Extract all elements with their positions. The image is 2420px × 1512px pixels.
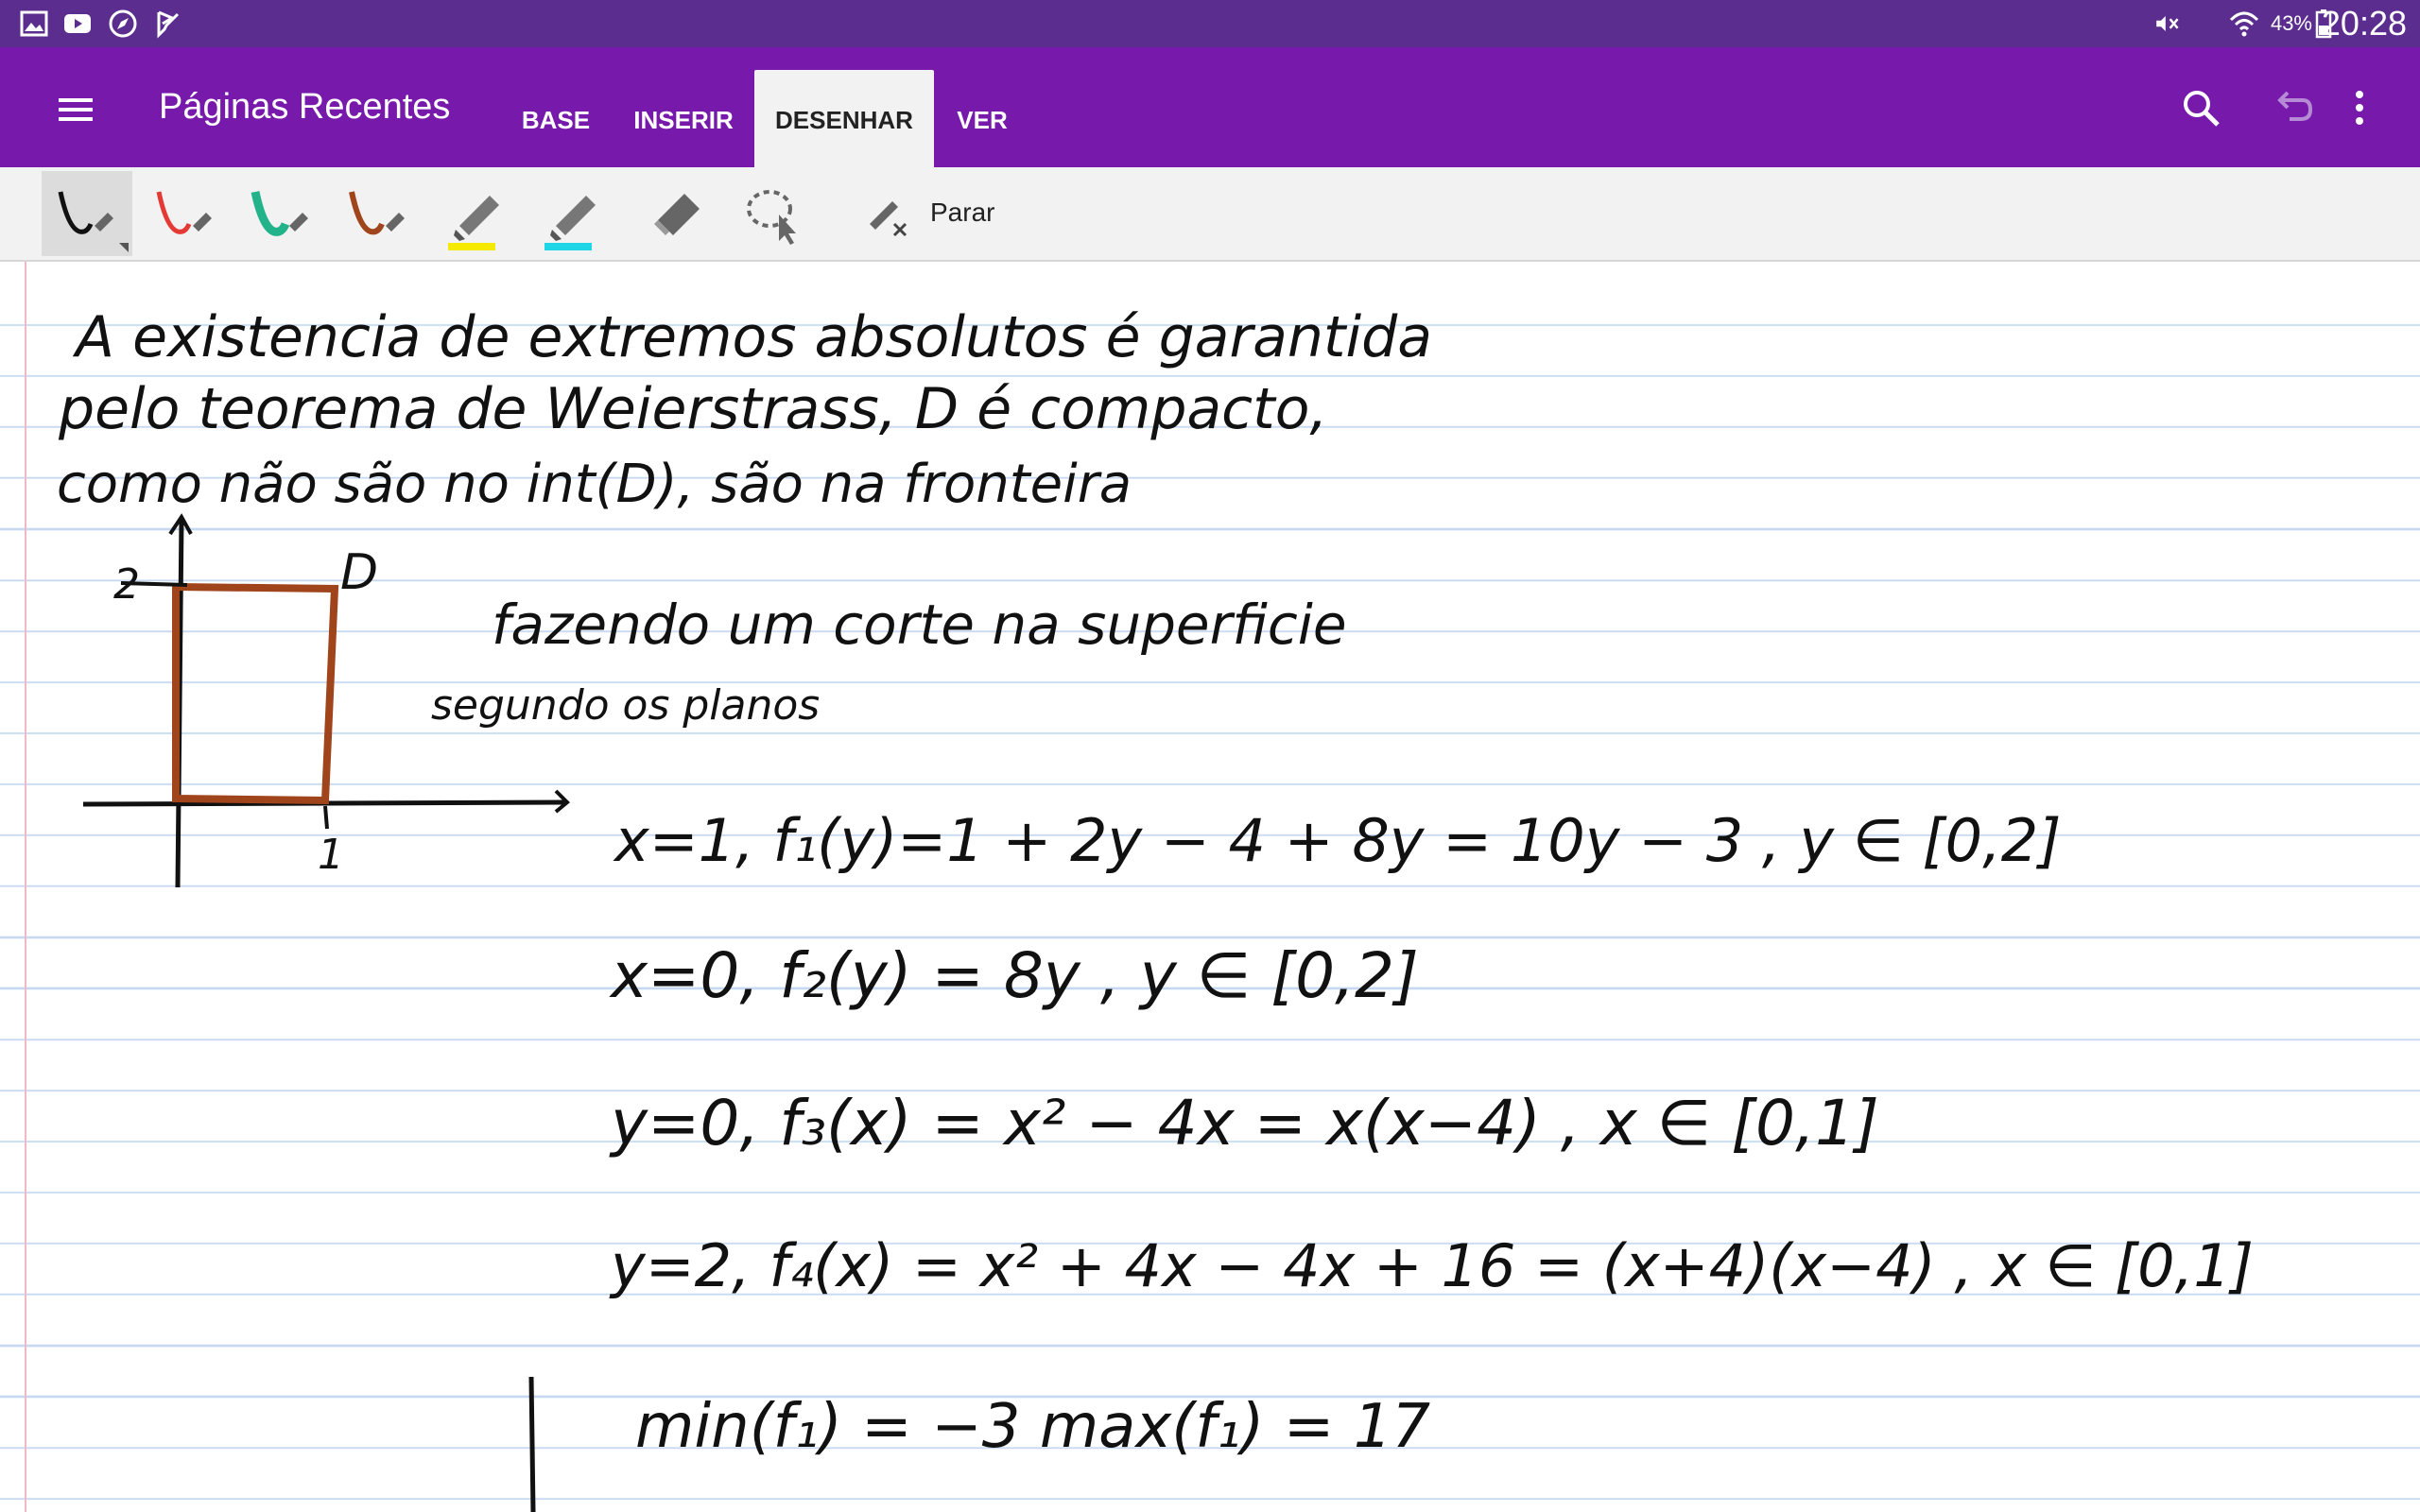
wifi-icon: [2229, 11, 2259, 37]
undo-icon[interactable]: [2271, 85, 2316, 130]
tab-ver[interactable]: VER: [945, 70, 1019, 167]
status-clock: 20:28: [2321, 4, 2407, 43]
tool-yellow-highlighter[interactable]: [431, 171, 522, 256]
tool-red-pen[interactable]: [140, 171, 231, 256]
ink-line-9: y=2, f₄(x) = x² + 4x − 4x + 16 = (x+4)(x…: [609, 1231, 2254, 1300]
y-tick-label: 2: [113, 560, 140, 609]
tool-brown-pen[interactable]: [333, 171, 424, 256]
notebook-page[interactable]: A existencia de extremos absolutos é gar…: [0, 262, 2420, 1512]
status-bar: 43% 20:28: [0, 0, 2420, 47]
red-pen-icon: [156, 191, 212, 234]
ink-layer: A existencia de extremos absolutos é gar…: [57, 304, 2254, 1512]
stop-drawing-button[interactable]: Parar: [862, 186, 994, 239]
more-vert-icon[interactable]: [2337, 85, 2382, 130]
app-bar: Páginas Recentes BASE INSERIR DESENHAR V…: [0, 47, 2420, 167]
ink-line-8: y=0, f₃(x) = x² − 4x = x(x−4) , x ∈ [0,1…: [609, 1087, 1879, 1160]
cyan-highlighter-icon: [544, 196, 596, 250]
yellow-highlighter-icon: [448, 196, 499, 250]
sketch-x-tick: [323, 805, 329, 830]
tab-base[interactable]: BASE: [510, 70, 601, 167]
draw-toolbar: Parar: [0, 167, 2420, 262]
search-icon[interactable]: [2178, 85, 2223, 130]
battery-percent: 43%: [2270, 11, 2312, 35]
lasso-select-icon: [747, 190, 796, 245]
tool-black-pen[interactable]: [42, 171, 132, 256]
ink-line-3: como não são no int(D), são na fronteira: [57, 454, 1132, 515]
compass-icon: [109, 9, 137, 38]
gallery-icon: [20, 10, 48, 37]
tool-cyan-highlighter[interactable]: [527, 171, 618, 256]
tab-desenhar[interactable]: DESENHAR: [754, 70, 934, 167]
bracket-stroke: [528, 1376, 536, 1512]
eraser-icon: [654, 194, 700, 235]
stop-pen-icon: [870, 201, 908, 237]
region-label: D: [340, 544, 378, 601]
menu-button[interactable]: [53, 87, 110, 132]
green-pen-icon: [251, 191, 308, 236]
black-pen-icon: [58, 191, 129, 252]
tool-green-pen[interactable]: [236, 171, 327, 256]
region-d-outline: [172, 582, 339, 805]
check-flag-icon: [157, 10, 180, 39]
ink-line-1: A existencia de extremos absolutos é gar…: [72, 304, 1432, 370]
x-tick-label: 1: [318, 831, 344, 879]
youtube-icon: [64, 14, 91, 33]
ink-line-4: fazendo um corte na superficie: [492, 593, 1347, 657]
tool-eraser[interactable]: [631, 171, 722, 256]
ink-line-2: pelo teorema de Weierstrass, D é compact…: [58, 376, 1327, 442]
menu-icon: [59, 98, 93, 121]
tab-inserir[interactable]: INSERIR: [620, 70, 747, 167]
mute-icon: [2156, 16, 2179, 31]
brown-pen-icon: [349, 191, 405, 235]
page-title: Páginas Recentes: [159, 87, 451, 127]
ink-line-7: x=0, f₂(y) = 8y , y ∈ [0,2]: [609, 939, 1419, 1012]
tool-lasso-select[interactable]: [726, 171, 817, 256]
ink-line-10: min(f₁) = −3 max(f₁) = 17: [635, 1392, 1430, 1462]
stop-label: Parar: [930, 198, 995, 227]
ink-line-5: segundo os planos: [431, 681, 820, 730]
ink-line-6: x=1, f₁(y)=1 + 2y − 4 + 8y = 10y − 3 , y…: [613, 806, 2061, 875]
